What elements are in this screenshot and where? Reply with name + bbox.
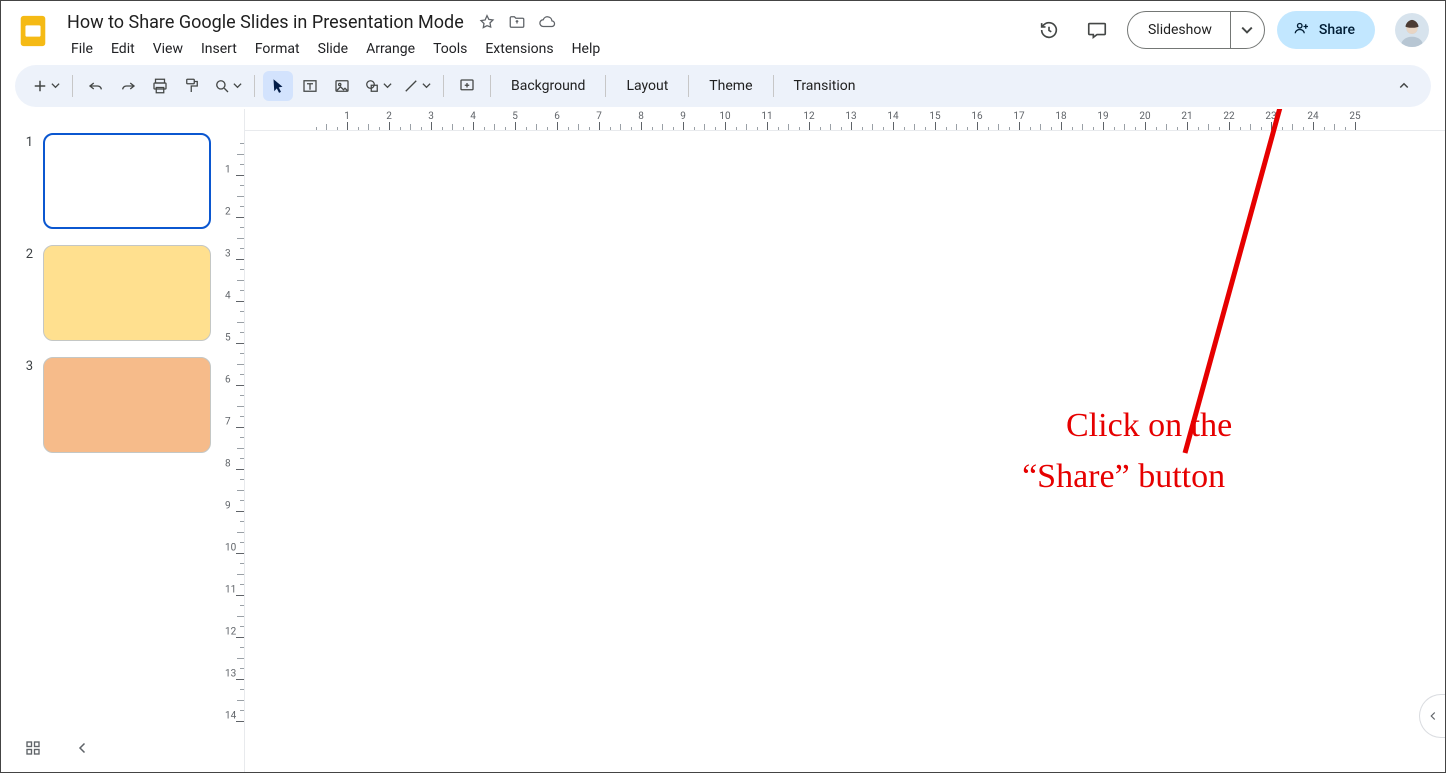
undo-button[interactable]: [81, 71, 111, 101]
slide-filmstrip[interactable]: 1 2 3: [1, 109, 223, 772]
slide-number: 2: [23, 245, 33, 262]
slide-preview[interactable]: [43, 133, 211, 229]
redo-button[interactable]: [113, 71, 143, 101]
print-button[interactable]: [145, 71, 175, 101]
menu-bar: File Edit View Insert Format Slide Arran…: [63, 37, 608, 61]
slideshow-dropdown[interactable]: [1230, 12, 1264, 48]
menu-edit[interactable]: Edit: [103, 37, 143, 61]
paint-format-button[interactable]: [177, 71, 207, 101]
version-history-icon[interactable]: [1031, 12, 1067, 48]
chevron-down-icon: [51, 78, 60, 94]
menu-format[interactable]: Format: [247, 37, 308, 61]
theme-button[interactable]: Theme: [697, 71, 764, 101]
slideshow-button[interactable]: Slideshow: [1128, 12, 1230, 48]
collapse-filmstrip-button[interactable]: [69, 734, 97, 762]
menu-extensions[interactable]: Extensions: [477, 37, 561, 61]
transition-button[interactable]: Transition: [782, 71, 868, 101]
share-button[interactable]: Share: [1277, 11, 1375, 49]
zoom-button[interactable]: [209, 71, 246, 101]
slide-thumbnail[interactable]: 2: [1, 245, 223, 357]
image-tool[interactable]: [327, 71, 357, 101]
new-slide-button[interactable]: [27, 71, 64, 101]
share-people-icon: [1293, 19, 1311, 41]
menu-view[interactable]: View: [145, 37, 191, 61]
slideshow-label: Slideshow: [1148, 22, 1212, 38]
title-bar: How to Share Google Slides in Presentati…: [1, 1, 1445, 59]
slides-logo[interactable]: [15, 13, 51, 49]
menu-slide[interactable]: Slide: [310, 37, 356, 61]
comments-icon[interactable]: [1079, 12, 1115, 48]
slideshow-button-group: Slideshow: [1127, 11, 1265, 49]
line-tool[interactable]: [398, 71, 435, 101]
slide-thumbnail[interactable]: 1: [1, 133, 223, 245]
star-icon[interactable]: [476, 11, 498, 33]
menu-help[interactable]: Help: [564, 37, 609, 61]
menu-arrange[interactable]: Arrange: [358, 37, 423, 61]
shape-tool[interactable]: [359, 71, 396, 101]
menu-insert[interactable]: Insert: [193, 37, 245, 61]
slide-preview[interactable]: [43, 357, 211, 453]
share-label: Share: [1319, 22, 1355, 38]
annotation-text: Click on the“Share” button: [1015, 349, 1232, 553]
canvas-area: 1234567891011121314151617181920212223242…: [245, 109, 1445, 772]
footer-controls: [19, 734, 97, 762]
background-button[interactable]: Background: [499, 71, 597, 101]
chevron-down-icon: [383, 78, 392, 94]
vertical-ruler: 1234567891011121314: [223, 109, 245, 772]
document-title[interactable]: How to Share Google Slides in Presentati…: [63, 10, 468, 35]
layout-button[interactable]: Layout: [614, 71, 680, 101]
grid-view-button[interactable]: [19, 734, 47, 762]
slide-thumbnail[interactable]: 3: [1, 357, 223, 469]
chevron-down-icon: [233, 78, 242, 94]
slide-number: 3: [23, 357, 33, 374]
toolbar: Background Layout Theme Transition: [15, 65, 1431, 107]
move-folder-icon[interactable]: [506, 11, 528, 33]
menu-tools[interactable]: Tools: [425, 37, 475, 61]
select-tool[interactable]: [263, 71, 293, 101]
menu-file[interactable]: File: [63, 37, 101, 61]
textbox-tool[interactable]: [295, 71, 325, 101]
account-avatar[interactable]: [1395, 13, 1429, 47]
cloud-saved-icon[interactable]: [536, 11, 558, 33]
add-comment-button[interactable]: [452, 71, 482, 101]
slide-preview[interactable]: [43, 245, 211, 341]
slide-number: 1: [23, 133, 33, 150]
chevron-down-icon: [422, 78, 431, 94]
hide-menus-button[interactable]: [1389, 71, 1419, 101]
